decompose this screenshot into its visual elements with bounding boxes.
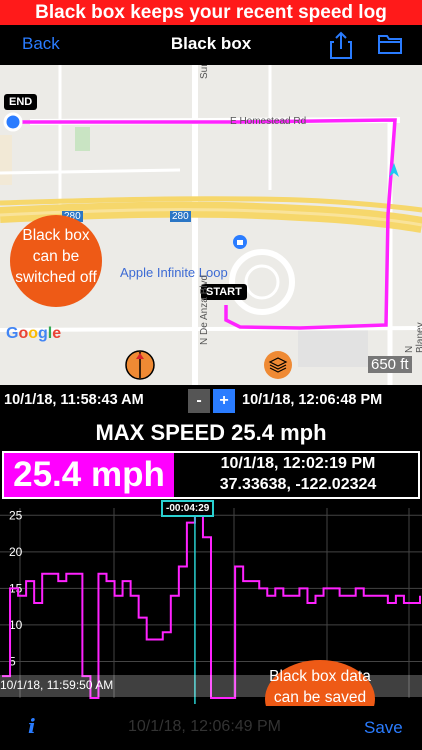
scale-bar: 650 ft xyxy=(368,356,412,373)
point-datetime: 10/1/18, 12:02:19 PM xyxy=(220,455,376,472)
share-icon[interactable] xyxy=(330,31,352,59)
y-tick-label: 25 xyxy=(9,508,23,522)
point-coordinates: 37.33638, -122.02324 xyxy=(219,476,377,493)
cursor-time-label: -00:04:29 xyxy=(161,500,215,517)
toolbar-datetime: 10/1/18, 12:06:49 PM xyxy=(128,718,281,735)
zoom-out-button[interactable]: - xyxy=(188,389,210,413)
chart-start-time: 10/1/18, 11:59:50 AM xyxy=(0,678,114,692)
point-info-panel: 25.4 mph 10/1/18, 12:02:19 PM 37.33638, … xyxy=(2,451,420,499)
y-tick-label: 20 xyxy=(9,545,23,559)
range-end-time: 10/1/18, 12:06:48 PM xyxy=(242,392,383,408)
max-speed-heading: MAX SPEED 25.4 mph xyxy=(95,420,327,445)
end-marker: END xyxy=(4,94,38,110)
page-title: Black box xyxy=(170,34,252,53)
promo-banner: Black box keeps your recent speed log xyxy=(0,0,422,25)
layers-icon[interactable] xyxy=(263,350,293,380)
folder-icon[interactable] xyxy=(378,33,402,55)
save-button[interactable]: Save xyxy=(364,718,403,738)
time-range-bar: 10/1/18, 11:58:43 AM - + 10/1/18, 12:06:… xyxy=(0,385,422,417)
speed-readout: 25.4 mph xyxy=(4,453,174,497)
road-label: N De Anza Blvd xyxy=(199,274,210,345)
highway-shield: 280 xyxy=(170,211,191,222)
google-logo: Google xyxy=(6,325,62,342)
info-icon[interactable]: i xyxy=(28,714,36,738)
navigation-bar: Back Black box xyxy=(0,25,422,65)
route-map[interactable]: END START E Homestead Rd 280 280 Apple I… xyxy=(0,65,422,385)
range-start-time: 10/1/18, 11:58:43 AM xyxy=(4,392,144,408)
y-tick-label: 10 xyxy=(9,618,23,632)
poi-label: Apple Infinite Loop xyxy=(120,265,228,280)
feature-callout: Black box can be switched off xyxy=(10,215,102,307)
road-label: E Homestead Rd xyxy=(230,116,307,127)
zoom-in-button[interactable]: + xyxy=(213,389,235,413)
compass-icon[interactable] xyxy=(124,349,156,381)
bottom-toolbar: i 10/1/18, 12:06:49 PM Save xyxy=(0,706,422,750)
road-label: N Blaney Ave xyxy=(404,322,422,353)
road-label: Sur xyxy=(199,65,210,79)
